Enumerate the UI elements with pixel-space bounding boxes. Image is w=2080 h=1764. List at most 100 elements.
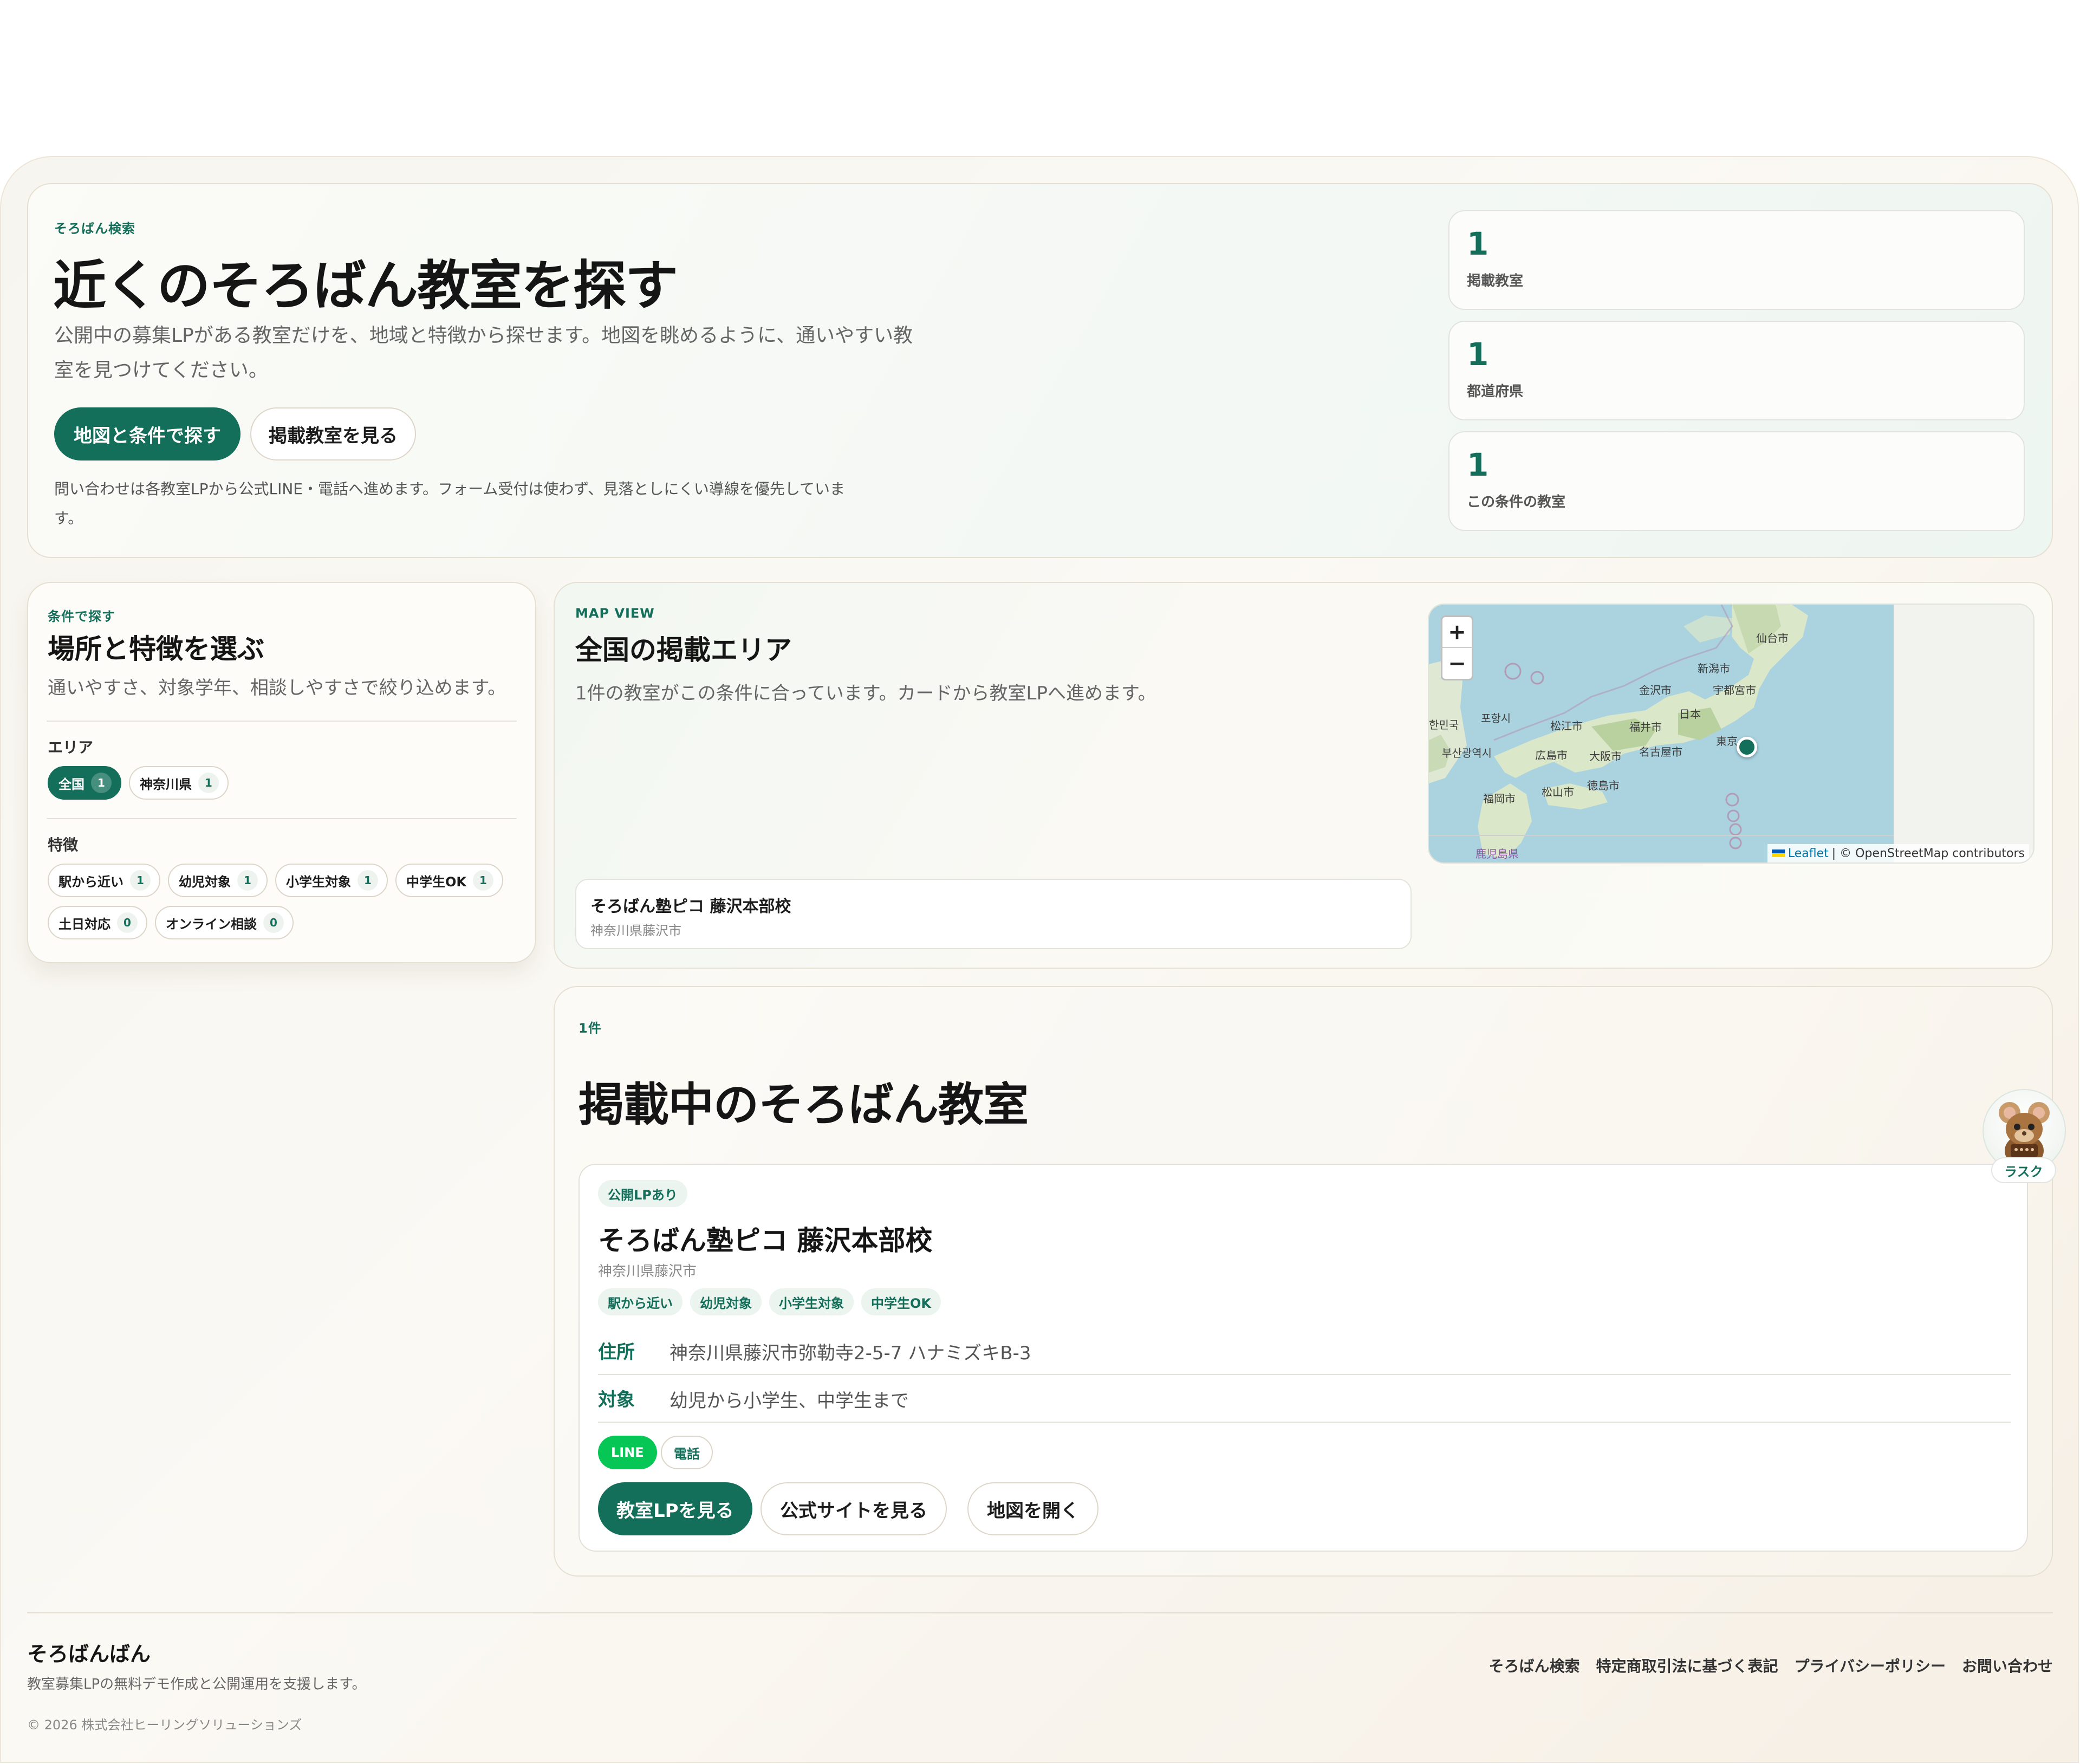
map-label: 宇都宮市 xyxy=(1713,684,1756,697)
badge-label: 公開LPあり xyxy=(608,1187,678,1203)
chip-count: 0 xyxy=(117,912,138,933)
listing-title: 掲載中のそろばん教室 xyxy=(578,1078,1029,1131)
zoom-in-button[interactable]: + xyxy=(1442,617,1472,648)
school-lp-button[interactable]: 教室LPを見る xyxy=(598,1482,752,1535)
map-eyebrow: MAP VIEW xyxy=(575,606,655,621)
map-label: 徳島市 xyxy=(1587,779,1620,792)
feature-label: 特徴 xyxy=(48,836,79,854)
feature-chip-online[interactable]: オンライン相談 0 xyxy=(155,906,294,939)
chip-count: 1 xyxy=(473,870,493,891)
chip-count: 1 xyxy=(237,870,258,891)
official-site-button[interactable]: 公式サイトを見る xyxy=(760,1482,947,1535)
footer-link-search[interactable]: そろばん検索 xyxy=(1489,1655,1580,1676)
tag-label: 中学生OK xyxy=(871,1295,931,1311)
map-label: 新潟市 xyxy=(1698,662,1730,675)
footer-link-privacy[interactable]: プライバシーポリシー xyxy=(1795,1655,1946,1676)
area-label: エリア xyxy=(48,738,94,756)
page-title: 近くのそろばん教室を探す xyxy=(53,255,678,317)
map-search-button[interactable]: 地図と条件で探す xyxy=(54,407,240,461)
feature-chip-preschool[interactable]: 幼児対象 1 xyxy=(168,864,268,897)
map-label: 名古屋市 xyxy=(1639,745,1682,758)
chip-count: 1 xyxy=(358,870,378,891)
feature-chip-elementary[interactable]: 小学生対象 1 xyxy=(275,864,388,897)
school-name: そろばん塾ピコ 藤沢本部校 xyxy=(598,1225,933,1256)
view-schools-button-label: 掲載教室を見る xyxy=(269,425,398,447)
leaflet-link[interactable]: Leaflet xyxy=(1788,847,1829,860)
hero-note-line: す。 xyxy=(54,509,83,527)
feature-chip-station[interactable]: 駅から近い 1 xyxy=(48,864,160,897)
map-label: 日本 xyxy=(1679,708,1701,721)
mascot-widget[interactable]: ラスク xyxy=(1982,1089,2066,1184)
map-title: 全国の掲載エリア xyxy=(575,634,792,666)
footer-divider xyxy=(27,1612,2053,1613)
map-label: 大阪市 xyxy=(1589,750,1622,763)
area-chip-kanagawa[interactable]: 神奈川県 1 xyxy=(129,766,229,800)
map-label: 仙台市 xyxy=(1756,632,1789,645)
hero-eyebrow: そろばん検索 xyxy=(54,221,135,236)
public-lp-badge: 公開LPあり xyxy=(598,1180,687,1207)
zoom-out-label: − xyxy=(1448,651,1466,676)
target-label: 対象 xyxy=(598,1389,635,1411)
school-location: 神奈川県藤沢市 xyxy=(598,1263,697,1280)
divider xyxy=(598,1422,2011,1423)
map-label: 福井市 xyxy=(1629,721,1662,734)
divider xyxy=(598,1374,2011,1375)
view-schools-button[interactable]: 掲載教室を見る xyxy=(250,407,416,461)
footer-nav: そろばん検索 特定商取引法に基づく表記 プライバシーポリシー お問い合わせ xyxy=(1473,1655,2053,1676)
listing-count: 1件 xyxy=(578,1021,602,1036)
map-label: 포항시 xyxy=(1481,712,1511,725)
zoom-in-label: + xyxy=(1448,619,1466,645)
stat-label: 都道府県 xyxy=(1467,384,1524,400)
zoom-control: + − xyxy=(1441,615,1473,680)
stat-value: 1 xyxy=(1467,446,1489,483)
feature-chips: 駅から近い 1 幼児対象 1 小学生対象 1 中学生OK 1 土日対応 0 オン… xyxy=(48,864,524,948)
target-value: 幼児から小学生、中学生まで xyxy=(670,1390,909,1412)
address-value: 神奈川県藤沢市弥勒寺2-5-7 ハナミズキB-3 xyxy=(670,1343,1031,1364)
stat-label: この条件の教室 xyxy=(1467,494,1566,510)
hero-lead-line: 公開中の募集LPがある教室だけを、地域と特徴から探せます。地図を眺めるように、通… xyxy=(54,325,913,347)
hero-lead-line: 室を見つけてください。 xyxy=(54,359,268,381)
footer-link-contact[interactable]: お問い合わせ xyxy=(1962,1655,2053,1676)
footer-link-tokushoho[interactable]: 特定商取引法に基づく表記 xyxy=(1596,1655,1778,1676)
map-marker[interactable] xyxy=(1737,737,1757,757)
area-chips: 全国 1 神奈川県 1 xyxy=(48,766,524,808)
filter-eyebrow: 条件で探す xyxy=(48,609,115,624)
phone-label: 電話 xyxy=(674,1446,700,1462)
feature-chip-weekend[interactable]: 土日対応 0 xyxy=(48,906,147,939)
phone-contact-badge[interactable]: 電話 xyxy=(661,1436,713,1469)
feature-chip-junior-high[interactable]: 中学生OK 1 xyxy=(395,864,503,897)
footer-tagline: 教室募集LPの無料デモ作成と公開運用を支援します。 xyxy=(27,1676,366,1692)
chip-label: 神奈川県 xyxy=(140,776,192,792)
chip-count: 1 xyxy=(130,870,151,891)
map-label: 한민국 xyxy=(1429,718,1459,731)
school-tags: 駅から近い 幼児対象 小学生対象 中学生OK xyxy=(598,1288,948,1315)
line-contact-badge[interactable]: LINE xyxy=(598,1436,657,1469)
open-map-button[interactable]: 地図を開く xyxy=(967,1482,1098,1535)
school-card: 公開LPあり そろばん塾ピコ 藤沢本部校 神奈川県藤沢市 駅から近い 幼児対象 … xyxy=(578,1164,2028,1552)
map-widget[interactable]: 仙台市 新潟市 金沢市 宇都宮市 日本 福井市 松江市 東京 名古屋市 大阪市 … xyxy=(1428,604,2034,864)
line-label: LINE xyxy=(611,1445,644,1460)
open-map-button-label: 地図を開く xyxy=(987,1500,1079,1522)
tag-label: 駅から近い xyxy=(608,1295,673,1311)
mascot-name: ラスク xyxy=(2004,1164,2043,1179)
school-tag: 中学生OK xyxy=(861,1288,941,1315)
map-label: 부산광역시 xyxy=(1442,747,1492,760)
map-result-card[interactable]: そろばん塾ピコ 藤沢本部校 神奈川県藤沢市 xyxy=(575,879,1412,949)
chip-count: 0 xyxy=(263,912,284,933)
map-desc: 1件の教室がこの条件に合っています。カードから教室LPへ進めます。 xyxy=(575,683,1156,704)
stat-label: 掲載教室 xyxy=(1467,273,1524,289)
chip-label: 駅から近い xyxy=(58,874,123,890)
chip-label: オンライン相談 xyxy=(166,916,257,932)
chip-label: 幼児対象 xyxy=(179,874,231,890)
school-tag: 駅から近い xyxy=(598,1288,682,1315)
official-site-button-label: 公式サイトを見る xyxy=(780,1500,927,1522)
chip-count: 1 xyxy=(198,773,219,793)
filter-panel: 条件で探す 場所と特徴を選ぶ 通いやすさ、対象学年、相談しやすさで絞り込めます。… xyxy=(27,582,536,963)
zoom-out-button[interactable]: − xyxy=(1442,648,1472,679)
map-label: 福岡市 xyxy=(1483,792,1516,805)
chip-label: 中学生OK xyxy=(406,874,466,890)
divider xyxy=(47,721,517,722)
area-chip-zenkoku[interactable]: 全国 1 xyxy=(48,766,121,800)
address-label: 住所 xyxy=(598,1341,635,1363)
chip-label: 土日対応 xyxy=(58,916,110,932)
